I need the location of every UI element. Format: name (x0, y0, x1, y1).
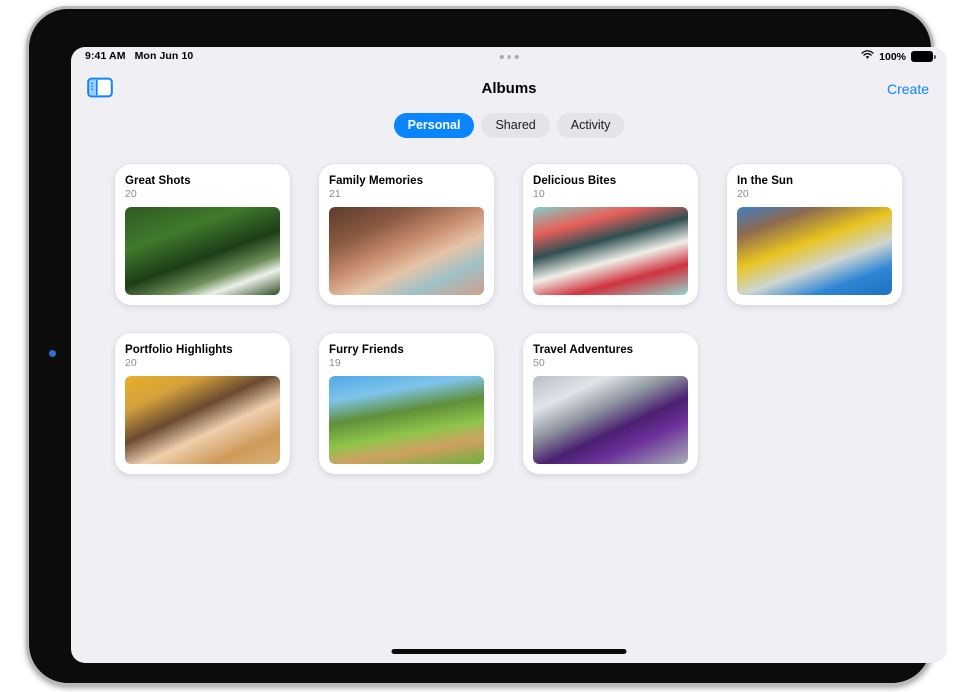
navigation-bar: Albums Create (71, 69, 947, 111)
album-photo-collage (125, 376, 280, 464)
status-date: Mon Jun 10 (134, 50, 194, 62)
album-title: Delicious Bites (533, 175, 617, 187)
bezel-annotation-dot (49, 350, 56, 357)
multitasking-dots-icon[interactable] (499, 55, 519, 59)
album-title: In the Sun (737, 175, 794, 187)
album-card[interactable]: Portfolio Highlights 20 (115, 333, 290, 474)
album-photo-count: 20 (125, 188, 137, 200)
album-main-photo (125, 207, 280, 295)
wifi-icon (861, 50, 874, 63)
album-photo-count: 10 (533, 188, 545, 200)
album-card[interactable]: In the Sun 20 (727, 164, 902, 305)
dot (499, 55, 504, 59)
album-photo-collage (533, 376, 688, 464)
album-card[interactable]: Travel Adventures 50 (523, 333, 698, 474)
album-card[interactable]: Family Memories 21 (319, 164, 494, 305)
album-title: Family Memories (329, 175, 424, 187)
album-photo-collage (533, 207, 688, 295)
status-time: 9:41 AM (85, 50, 126, 62)
status-bar: 9:41 AM Mon Jun 10 100% (71, 47, 947, 69)
album-title: Travel Adventures (533, 344, 634, 356)
dot (507, 55, 511, 59)
segment-personal[interactable]: Personal (393, 113, 475, 138)
album-title: Great Shots (125, 175, 191, 187)
album-main-photo (533, 376, 688, 464)
album-main-photo (125, 376, 280, 464)
album-main-photo (533, 207, 688, 295)
album-grid: Great Shots 20 Family Memories 21 Delicious … (71, 138, 947, 474)
album-photo-collage (737, 207, 892, 295)
album-photo-count: 20 (125, 357, 137, 369)
battery-percent-label: 100% (879, 50, 906, 63)
album-main-photo (737, 207, 892, 295)
ipad-screen: 9:41 AM Mon Jun 10 100% Albums Create Pe… (71, 47, 947, 663)
album-title: Furry Friends (329, 344, 404, 356)
page-title: Albums (481, 80, 537, 97)
album-photo-count: 50 (533, 357, 545, 369)
album-main-photo (329, 207, 484, 295)
status-bar-right: 100% (861, 50, 936, 63)
album-card[interactable]: Delicious Bites 10 (523, 164, 698, 305)
segmented-control: Personal Shared Activity (71, 113, 947, 138)
album-card[interactable]: Furry Friends 19 (319, 333, 494, 474)
album-photo-collage (329, 207, 484, 295)
album-photo-count: 20 (737, 188, 749, 200)
sidebar-toggle-icon[interactable] (87, 77, 113, 98)
album-photo-collage (125, 207, 280, 295)
device-frame: 9:41 AM Mon Jun 10 100% Albums Create Pe… (26, 6, 947, 686)
album-card[interactable]: Great Shots 20 (115, 164, 290, 305)
album-main-photo (329, 376, 484, 464)
dot (514, 55, 519, 59)
battery-full-icon (911, 51, 936, 62)
home-indicator[interactable] (391, 649, 627, 654)
album-photo-count: 21 (329, 188, 341, 200)
album-title: Portfolio Highlights (125, 344, 233, 356)
segment-shared[interactable]: Shared (481, 113, 550, 138)
status-bar-left: 9:41 AM Mon Jun 10 (85, 50, 193, 62)
create-button[interactable]: Create (887, 81, 929, 97)
album-photo-collage (329, 376, 484, 464)
album-photo-count: 19 (329, 357, 341, 369)
segment-activity[interactable]: Activity (556, 113, 625, 138)
